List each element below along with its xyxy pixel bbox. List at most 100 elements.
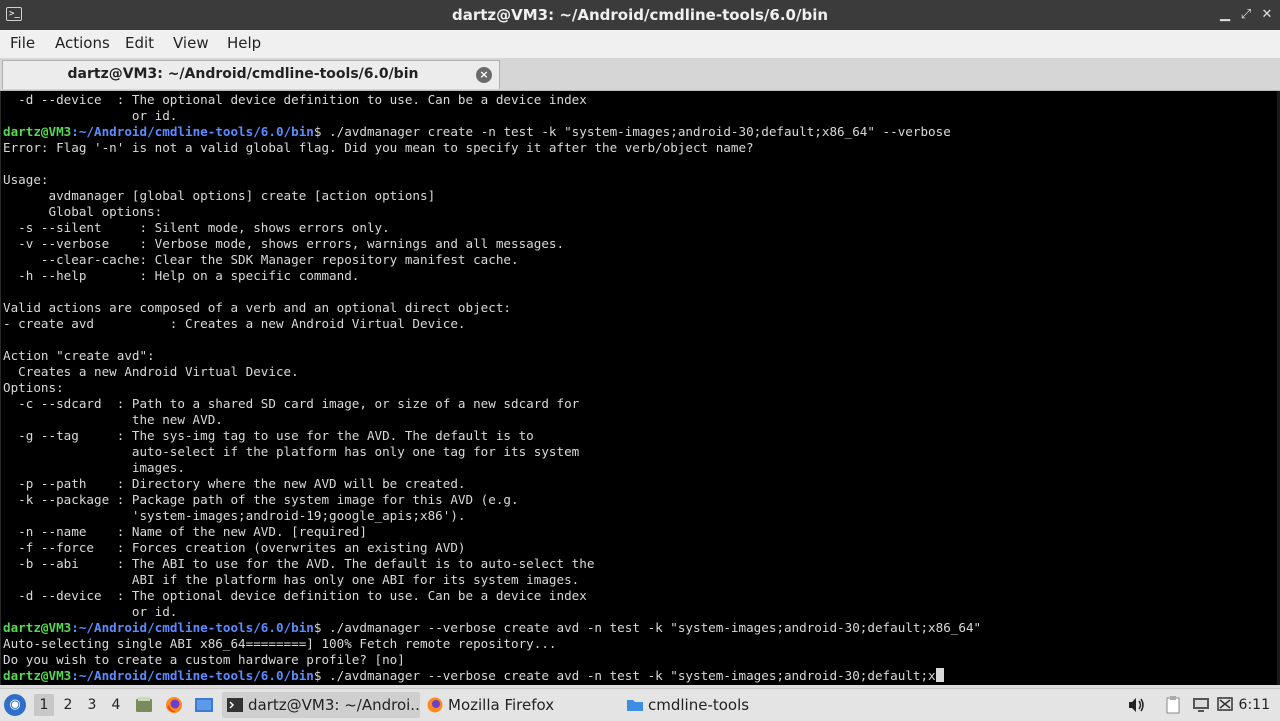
terminal-tab[interactable]: dartz@VM3: ~/Android/cmdline-tools/6.0/b…: [2, 60, 500, 89]
tab-close-icon[interactable]: ×: [476, 67, 492, 83]
terminal-line: - create avd : Creates a new Android Vir…: [3, 316, 981, 332]
line-text: -g --tag : The sys-img tag to use for th…: [3, 428, 534, 443]
terminal-line: -g --tag : The sys-img tag to use for th…: [3, 428, 981, 444]
terminal-line: -v --verbose : Verbose mode, shows error…: [3, 236, 981, 252]
terminal-line: Valid actions are composed of a verb and…: [3, 300, 981, 316]
line-text: -k --package : Package path of the syste…: [3, 492, 519, 507]
terminal-line: Action "create avd":: [3, 348, 981, 364]
line-text: Options:: [3, 380, 64, 395]
terminal-line: -n --name : Name of the new AVD. [requir…: [3, 524, 981, 540]
volume-icon[interactable]: [1126, 695, 1146, 715]
prompt-user: dartz@VM3: [3, 668, 72, 683]
line-text: 'system-images;android-19;google_apis;x8…: [3, 508, 466, 523]
line-text: Usage:: [3, 172, 49, 187]
line-text: -d --device : The optional device defini…: [3, 92, 587, 107]
menu-file[interactable]: File: [10, 30, 35, 56]
terminal-line: Error: Flag '-n' is not a valid global f…: [3, 140, 981, 156]
terminal-line: --clear-cache: Clear the SDK Manager rep…: [3, 252, 981, 268]
terminal-line: Options:: [3, 380, 981, 396]
terminal-line: avdmanager [global options] create [acti…: [3, 188, 981, 204]
display-icon[interactable]: [1191, 695, 1211, 715]
workspace-4[interactable]: 4: [106, 694, 126, 716]
window-titlebar[interactable]: >_ dartz@VM3: ~/Android/cmdline-tools/6.…: [0, 0, 1280, 30]
line-text: $ ./avdmanager --verbose create avd -n t…: [313, 620, 982, 635]
terminal-view[interactable]: -d --device : The optional device defini…: [0, 91, 1280, 685]
terminal-line: auto-select if the platform has only one…: [3, 444, 981, 460]
line-text: Action "create avd":: [3, 348, 155, 363]
task-terminal[interactable]: dartz@VM3: ~/Androi...: [222, 692, 420, 718]
task-label: Mozilla Firefox: [448, 696, 555, 714]
tab-bar: dartz@VM3: ~/Android/cmdline-tools/6.0/b…: [0, 58, 1280, 91]
line-text: -f --force : Forces creation (overwrites…: [3, 540, 466, 555]
terminal-line: Global options:: [3, 204, 981, 220]
terminal-line: Auto-selecting single ABI x86_64========…: [3, 636, 981, 652]
terminal-line: Do you wish to create a custom hardware …: [3, 652, 981, 668]
menu-edit[interactable]: Edit: [125, 30, 154, 56]
line-text: -b --abi : The ABI to use for the AVD. T…: [3, 556, 595, 571]
maximize-icon[interactable]: ⤢: [1236, 5, 1256, 25]
file-manager-icon[interactable]: [134, 695, 154, 715]
menu-actions[interactable]: Actions: [55, 30, 110, 56]
line-text: or id.: [3, 108, 178, 123]
terminal-line: or id.: [3, 108, 981, 124]
clock: 6:11: [1238, 697, 1270, 713]
minimize-icon[interactable]: ▁: [1215, 5, 1235, 25]
start-menu-icon[interactable]: ◉: [4, 694, 26, 716]
firefox-icon[interactable]: [164, 695, 184, 715]
window-title: dartz@VM3: ~/Android/cmdline-tools/6.0/b…: [451, 6, 829, 24]
terminal-line: -f --force : Forces creation (overwrites…: [3, 540, 981, 556]
terminal-line: -d --device : The optional device defini…: [3, 588, 981, 604]
folder-icon: [627, 700, 643, 711]
terminal-line: ABI if the platform has only one ABI for…: [3, 572, 981, 588]
line-text: auto-select if the platform has only one…: [3, 444, 580, 459]
task-file-manager[interactable]: cmdline-tools: [622, 692, 820, 718]
line-text: Creates a new Android Virtual Device.: [3, 364, 299, 379]
line-text: -n --name : Name of the new AVD. [requir…: [3, 524, 367, 539]
task-label: dartz@VM3: ~/Androi...: [248, 696, 420, 714]
firefox-icon: [427, 697, 443, 713]
close-icon[interactable]: ✕: [1257, 5, 1277, 25]
line-text: - create avd : Creates a new Android Vir…: [3, 316, 466, 331]
show-desktop-icon[interactable]: [194, 695, 214, 715]
line-text: -d --device : The optional device defini…: [3, 588, 587, 603]
terminal-line: Usage:: [3, 172, 981, 188]
workspace-2[interactable]: 2: [58, 694, 78, 716]
line-text: -s --silent : Silent mode, shows errors …: [3, 220, 390, 235]
line-text: -h --help : Help on a specific command.: [3, 268, 360, 283]
line-text: Auto-selecting single ABI x86_64========…: [3, 636, 557, 651]
line-text: or id.: [3, 604, 178, 619]
workspace-1[interactable]: 1: [34, 694, 54, 716]
terminal-line: 'system-images;android-19;google_apis;x8…: [3, 508, 981, 524]
terminal-line: or id.: [3, 604, 981, 620]
terminal-line: the new AVD.: [3, 412, 981, 428]
line-text: Do you wish to create a custom hardware …: [3, 652, 405, 667]
terminal-line: -b --abi : The ABI to use for the AVD. T…: [3, 556, 981, 572]
menu-help[interactable]: Help: [227, 30, 261, 56]
network-icon[interactable]: [1215, 695, 1235, 715]
line-text: ABI if the platform has only one ABI for…: [3, 572, 580, 587]
clipboard-icon[interactable]: [1163, 695, 1183, 715]
terminal-line: images.: [3, 460, 981, 476]
task-firefox[interactable]: Mozilla Firefox: [422, 692, 618, 718]
terminal-prompt-line: dartz@VM3:~/Android/cmdline-tools/6.0/bi…: [3, 124, 981, 140]
terminal-line: -k --package : Package path of the syste…: [3, 492, 981, 508]
terminal-cursor: [935, 668, 944, 682]
prompt-user: dartz@VM3: [3, 620, 72, 635]
prompt-path: :~/Android/cmdline-tools/6.0/bin: [71, 668, 314, 683]
terminal-icon: [227, 698, 243, 712]
line-text: $ ./avdmanager create -n test -k "system…: [313, 124, 951, 139]
line-text: Global options:: [3, 204, 163, 219]
terminal-line: -h --help : Help on a specific command.: [3, 268, 981, 284]
terminal-line: -p --path : Directory where the new AVD …: [3, 476, 981, 492]
line-text: $ ./avdmanager --verbose create avd -n t…: [313, 668, 936, 683]
taskbar: ◉ 1 2 3 4 dartz@VM3: ~/Androi... Mozilla…: [0, 688, 1280, 721]
prompt-user: dartz@VM3: [3, 124, 72, 139]
line-text: -c --sdcard : Path to a shared SD card i…: [3, 396, 580, 411]
menu-view[interactable]: View: [173, 30, 209, 56]
prompt-path: :~/Android/cmdline-tools/6.0/bin: [71, 620, 314, 635]
line-text: -v --verbose : Verbose mode, shows error…: [3, 236, 565, 251]
workspace-3[interactable]: 3: [82, 694, 102, 716]
terminal-prompt-line: dartz@VM3:~/Android/cmdline-tools/6.0/bi…: [3, 668, 981, 684]
